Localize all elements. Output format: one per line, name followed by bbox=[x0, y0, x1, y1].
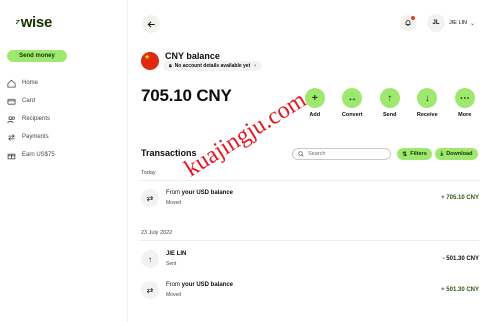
user-menu[interactable]: JL JIE LIN ⌄ bbox=[427, 14, 475, 32]
more-icon: ⋯ bbox=[454, 88, 475, 108]
notification-dot bbox=[411, 16, 415, 20]
filters-button[interactable]: ⇅ Filters bbox=[397, 148, 432, 160]
search-input[interactable] bbox=[308, 151, 388, 157]
convert-icon: ⇄ bbox=[141, 189, 159, 207]
action-label: Convert bbox=[341, 112, 363, 118]
convert-icon: ↔ bbox=[342, 88, 363, 108]
account-details-pill[interactable]: 🔒︎ No account details available yet › bbox=[163, 61, 262, 71]
tx-name: your USD balance bbox=[181, 190, 234, 196]
lock-icon: 🔒︎ bbox=[169, 63, 172, 69]
notifications-button[interactable] bbox=[400, 15, 416, 31]
tx-amount: + 501.30 CNY bbox=[441, 287, 479, 293]
card-icon bbox=[7, 97, 16, 106]
receive-button[interactable]: ↓ Receive bbox=[409, 88, 447, 118]
sidebar-item-card[interactable]: Card bbox=[7, 92, 122, 110]
date-label: 23 July 2022 bbox=[141, 230, 173, 236]
wise-flag-icon: ⁷ bbox=[15, 15, 20, 30]
tx-amount: - 501.30 CNY bbox=[442, 256, 479, 262]
tx-prefix: From bbox=[166, 282, 182, 288]
sidebar-nav: Home Card Recipients Payments Earn US$75 bbox=[7, 74, 122, 164]
tx-name: JIE LIN bbox=[166, 251, 187, 257]
send-button[interactable]: ↑ Send bbox=[371, 88, 409, 118]
filter-icon: ⇅ bbox=[402, 151, 408, 158]
recipients-icon bbox=[7, 115, 16, 124]
tx-name: your USD balance bbox=[181, 282, 234, 288]
sidebar-item-label: Home bbox=[22, 80, 39, 86]
logo-text: wise bbox=[20, 14, 53, 31]
send-money-button[interactable]: Send money bbox=[7, 50, 67, 62]
sidebar: ⁷ wise Send money Home Card Recipients P… bbox=[0, 0, 128, 322]
action-label: Add bbox=[309, 112, 321, 118]
action-label: More bbox=[458, 112, 472, 118]
wise-logo[interactable]: ⁷ wise bbox=[15, 14, 52, 31]
filters-label: Filters bbox=[410, 151, 427, 157]
user-name: JIE LIN bbox=[449, 20, 468, 26]
sidebar-item-label: Payments bbox=[22, 134, 49, 140]
chevron-right-icon: › bbox=[254, 63, 256, 69]
tx-status: Moved bbox=[166, 292, 182, 298]
balance-actions: + Add ↔ Convert ↑ Send ↓ Receive ⋯ More bbox=[296, 88, 484, 118]
avatar: JL bbox=[427, 14, 445, 32]
sidebar-item-earn[interactable]: Earn US$75 bbox=[7, 146, 122, 164]
chevron-down-icon: ⌄ bbox=[470, 20, 476, 27]
home-icon bbox=[7, 79, 16, 88]
china-flag-icon: ★ bbox=[141, 52, 159, 70]
download-icon: ⤓ bbox=[440, 150, 444, 157]
arrow-left-icon bbox=[147, 20, 155, 28]
account-details-label: No account details available yet bbox=[174, 63, 251, 69]
search-icon bbox=[298, 151, 304, 157]
payments-icon bbox=[7, 133, 16, 142]
gift-icon bbox=[7, 151, 16, 160]
arrow-up-icon: ↑ bbox=[141, 250, 159, 268]
tx-status: Sent bbox=[166, 261, 177, 267]
transaction-row[interactable]: ⇄ From your USD balance Moved + 501.30 C… bbox=[141, 279, 479, 301]
tx-status: Moved bbox=[166, 200, 182, 206]
tx-prefix: From bbox=[166, 190, 182, 196]
date-label: Today bbox=[141, 170, 156, 176]
transaction-row[interactable]: ⇄ From your USD balance Moved + 705.10 C… bbox=[141, 187, 479, 209]
action-label: Send bbox=[383, 112, 397, 118]
divider bbox=[139, 180, 479, 181]
sidebar-item-label: Recipients bbox=[22, 116, 51, 122]
back-button[interactable] bbox=[142, 15, 160, 33]
arrow-up-icon: ↑ bbox=[379, 88, 400, 108]
tx-amount: + 705.10 CNY bbox=[441, 195, 479, 201]
balance-title: CNY balance bbox=[165, 51, 220, 61]
transaction-row[interactable]: ↑ JIE LIN Sent - 501.30 CNY bbox=[141, 248, 479, 270]
sidebar-item-home[interactable]: Home bbox=[7, 74, 122, 92]
balance-amount: 705.10 CNY bbox=[141, 86, 232, 105]
convert-icon: ⇄ bbox=[141, 281, 159, 299]
flag-star-icon: ★ bbox=[144, 54, 151, 61]
action-label: Receive bbox=[416, 112, 438, 118]
divider bbox=[139, 240, 479, 241]
more-button[interactable]: ⋯ More bbox=[446, 88, 484, 118]
arrow-down-icon: ↓ bbox=[417, 88, 438, 108]
download-label: Download bbox=[446, 151, 473, 157]
sidebar-item-label: Card bbox=[22, 98, 36, 104]
search-box[interactable] bbox=[292, 148, 391, 160]
sidebar-item-recipients[interactable]: Recipients bbox=[7, 110, 122, 128]
bell-icon bbox=[405, 20, 411, 26]
convert-button[interactable]: ↔ Convert bbox=[334, 88, 372, 118]
sidebar-item-label: Earn US$75 bbox=[22, 152, 55, 158]
sidebar-item-payments[interactable]: Payments bbox=[7, 128, 122, 146]
download-button[interactable]: ⤓ Download bbox=[435, 148, 478, 160]
